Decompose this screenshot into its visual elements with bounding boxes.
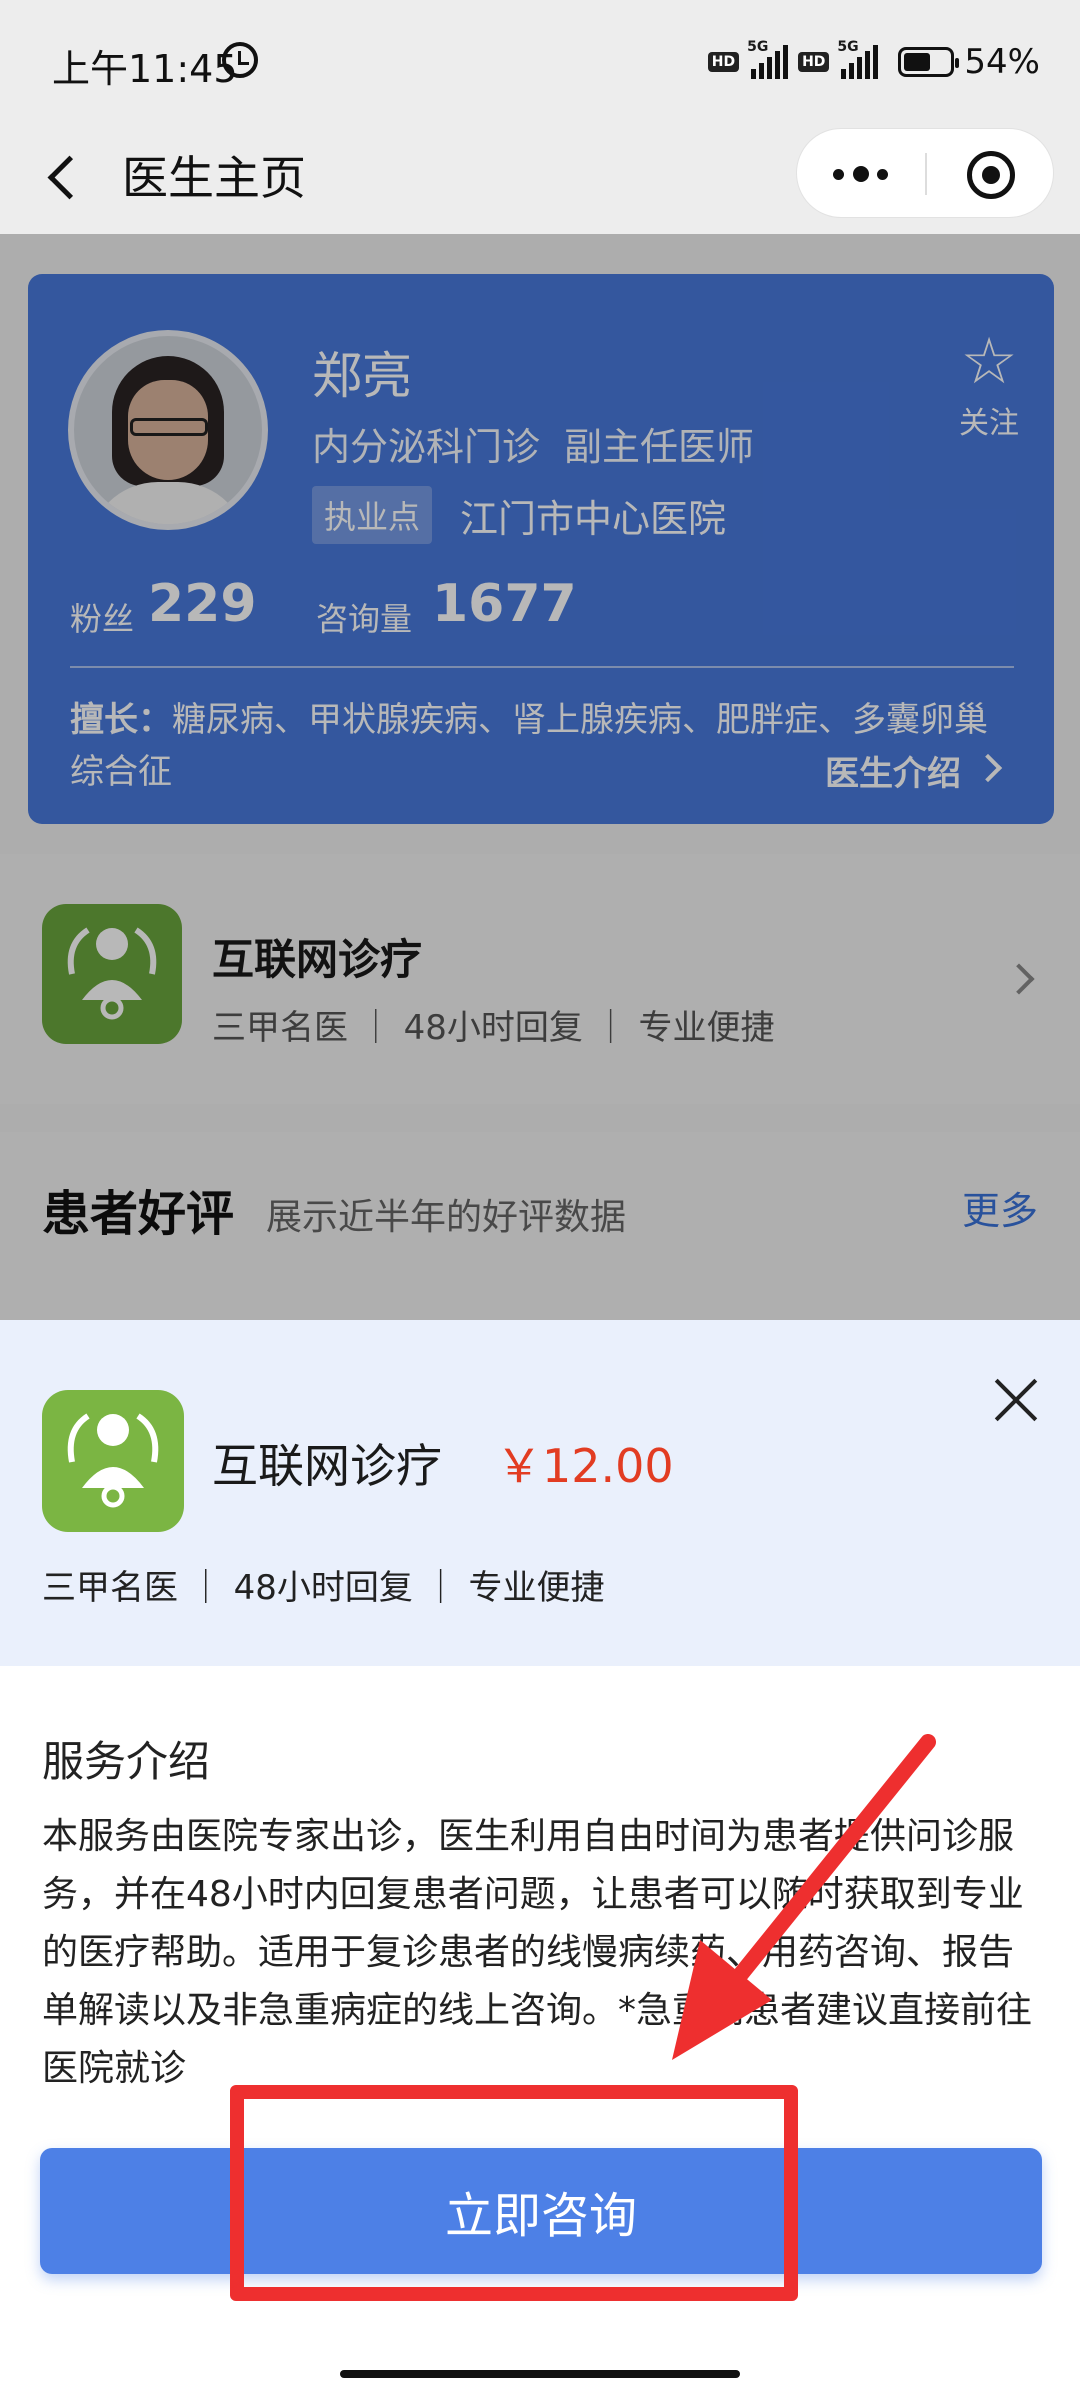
nav-bar: 医生主页 [0,120,1080,234]
alarm-icon [222,42,258,78]
network-type-label: 5G [837,39,859,55]
sheet-price: ￥12.00 [496,1439,674,1493]
consult-now-button[interactable]: 立即咨询 [40,2148,1042,2274]
battery-icon [898,47,960,77]
sheet-tags: 三甲名医 ｜ 48小时回复 ｜ 专业便捷 [42,1568,605,1608]
status-indicators: HD 5G HD 5G 54% [707,39,1040,84]
close-icon[interactable] [990,1372,1042,1424]
sheet-header: 互联网诊疗 ￥12.00 三甲名医 ｜ 48小时回复 ｜ 专业便捷 [0,1320,1080,1666]
more-icon[interactable] [833,159,893,189]
close-mini-program-icon[interactable] [967,151,1015,199]
telemedicine-icon [42,1390,184,1532]
battery-percent: 54% [964,42,1040,82]
signal-icon: 5G [747,39,789,79]
service-sheet: 互联网诊疗 ￥12.00 三甲名医 ｜ 48小时回复 ｜ 专业便捷 服务介绍 本… [0,1320,1080,2400]
sheet-service-name: 互联网诊疗 [212,1439,442,1493]
home-indicator [340,2370,740,2378]
hd-badge: HD [798,52,830,72]
page-title: 医生主页 [122,151,306,205]
capsule-divider [925,153,927,195]
hd-badge: HD [707,52,740,72]
status-time: 上午11:45 [52,47,238,91]
modal-overlay[interactable] [0,234,1080,1320]
back-icon[interactable] [40,148,90,204]
intro-text: 本服务由医院专家出诊，医生利用自由时间为患者提供问诊服务，并在48小时内回复患者… [42,1816,1033,2089]
signal-icon: 5G [837,39,879,79]
status-bar: 上午11:45 HD 5G HD 5G 54% [0,0,1080,120]
mini-program-capsule [796,128,1054,218]
network-type-label: 5G [747,39,769,55]
intro-title: 服务介绍 [42,1737,211,1786]
